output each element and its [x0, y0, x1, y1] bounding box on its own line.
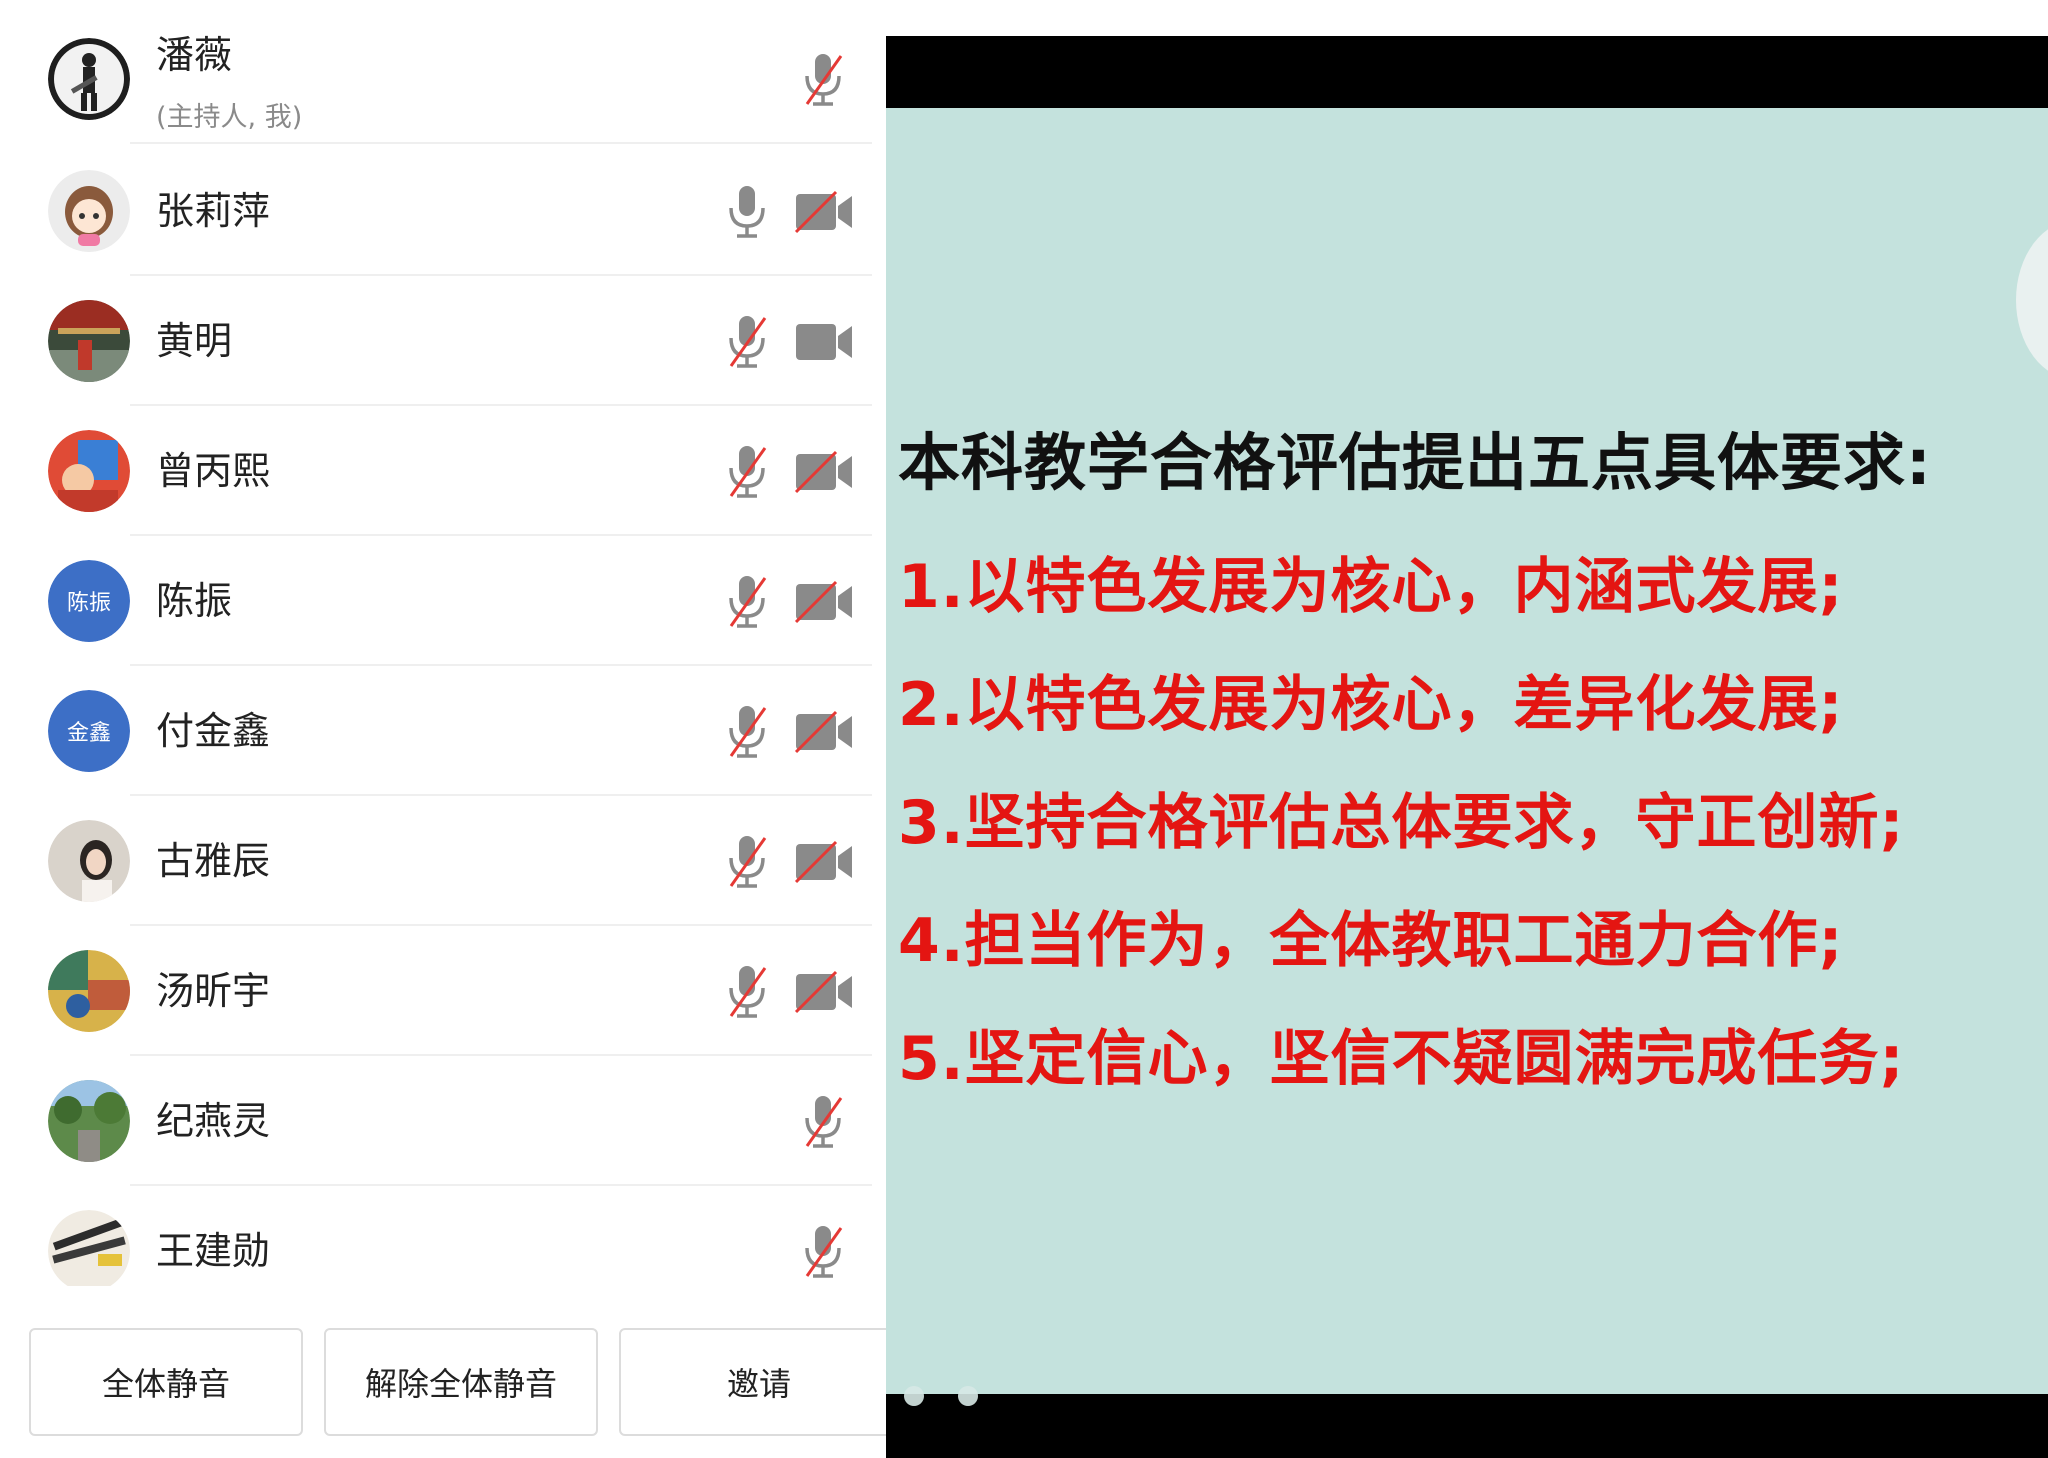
participant-name: 汤昕宇: [156, 969, 271, 1013]
participant-row[interactable]: 陈振 陈振: [0, 536, 886, 666]
avatar: 陈振: [48, 560, 130, 642]
letterbox-bottom: [886, 1394, 2048, 1458]
mic-muted-icon[interactable]: [801, 1092, 845, 1150]
participant-name: 曾丙熙: [156, 449, 271, 493]
participant-name: 付金鑫: [156, 709, 271, 753]
camera-off-icon[interactable]: [794, 970, 854, 1014]
participant-name: 张莉萍: [156, 189, 271, 233]
avatar-initials: 陈振: [48, 560, 130, 642]
slide: [886, 108, 2048, 1394]
avatar: [48, 38, 130, 120]
participant-role: (主持人, 我): [156, 102, 303, 133]
camera-off-icon[interactable]: [794, 450, 854, 494]
participant-row[interactable]: 王建勋: [0, 1186, 886, 1286]
camera-off-icon[interactable]: [794, 190, 854, 234]
row-divider: [130, 142, 872, 144]
mic-icon[interactable]: [725, 182, 769, 240]
camera-off-icon[interactable]: [794, 580, 854, 624]
mic-muted-icon[interactable]: [725, 702, 769, 760]
camera-icon[interactable]: [794, 320, 854, 364]
avatar: [48, 1080, 130, 1162]
slide-point: 5.坚定信心，坚信不疑圆满完成任务;: [898, 1024, 1905, 1094]
avatar: [48, 1210, 130, 1286]
participant-name: 黄明: [156, 319, 233, 363]
participant-name: 古雅辰: [156, 839, 271, 883]
participant-name: 潘薇: [156, 33, 233, 77]
avatar: [48, 950, 130, 1032]
mic-muted-icon[interactable]: [725, 962, 769, 1020]
participant-row[interactable]: 曾丙熙: [0, 406, 886, 536]
participants-panel: 潘薇 (主持人, 我) 张莉萍 黄明 曾丙熙 陈振 陈振 金鑫 付金鑫 古雅辰 …: [0, 0, 886, 1458]
participant-row[interactable]: 潘薇 (主持人, 我): [0, 14, 886, 144]
participant-name: 王建勋: [156, 1229, 271, 1273]
avatar: 金鑫: [48, 690, 130, 772]
participant-row[interactable]: 汤昕宇: [0, 926, 886, 1056]
participant-row[interactable]: 纪燕灵: [0, 1056, 886, 1186]
avatar-initials: 金鑫: [48, 690, 130, 772]
avatar: [48, 300, 130, 382]
participant-name: 纪燕灵: [156, 1099, 271, 1143]
slide-title: 本科教学合格评估提出五点具体要求:: [898, 426, 1932, 499]
shared-screen: 本科教学合格评估提出五点具体要求: 1.以特色发展为核心，内涵式发展; 2.以特…: [886, 0, 2048, 1458]
avatar: [48, 430, 130, 512]
avatar: [48, 170, 130, 252]
letterbox-top: [886, 36, 2048, 108]
participant-row[interactable]: 金鑫 付金鑫: [0, 666, 886, 796]
mic-muted-icon[interactable]: [725, 572, 769, 630]
mic-muted-icon[interactable]: [801, 1222, 845, 1280]
mic-muted-icon[interactable]: [725, 442, 769, 500]
unmute-all-button[interactable]: 解除全体静音: [324, 1328, 598, 1436]
camera-off-icon[interactable]: [794, 710, 854, 754]
participant-row[interactable]: 张莉萍: [0, 146, 886, 276]
mic-muted-icon[interactable]: [725, 832, 769, 890]
participant-row[interactable]: 古雅辰: [0, 796, 886, 926]
slide-point: 4.担当作为，全体教职工通力合作;: [898, 906, 1844, 976]
mute-all-button[interactable]: 全体静音: [29, 1328, 303, 1436]
page-indicator-dot[interactable]: [958, 1386, 978, 1406]
participant-name: 陈振: [156, 579, 233, 623]
participant-row[interactable]: 黄明: [0, 276, 886, 406]
invite-button[interactable]: 邀请: [619, 1328, 886, 1436]
page-indicator-dot[interactable]: [904, 1386, 924, 1406]
mic-muted-icon[interactable]: [725, 312, 769, 370]
camera-off-icon[interactable]: [794, 840, 854, 884]
slide-point: 2.以特色发展为核心，差异化发展;: [898, 670, 1844, 740]
avatar: [48, 820, 130, 902]
mic-muted-icon[interactable]: [801, 50, 845, 108]
slide-point: 3.坚持合格评估总体要求，守正创新;: [898, 788, 1905, 858]
slide-point: 1.以特色发展为核心，内涵式发展;: [898, 552, 1844, 622]
